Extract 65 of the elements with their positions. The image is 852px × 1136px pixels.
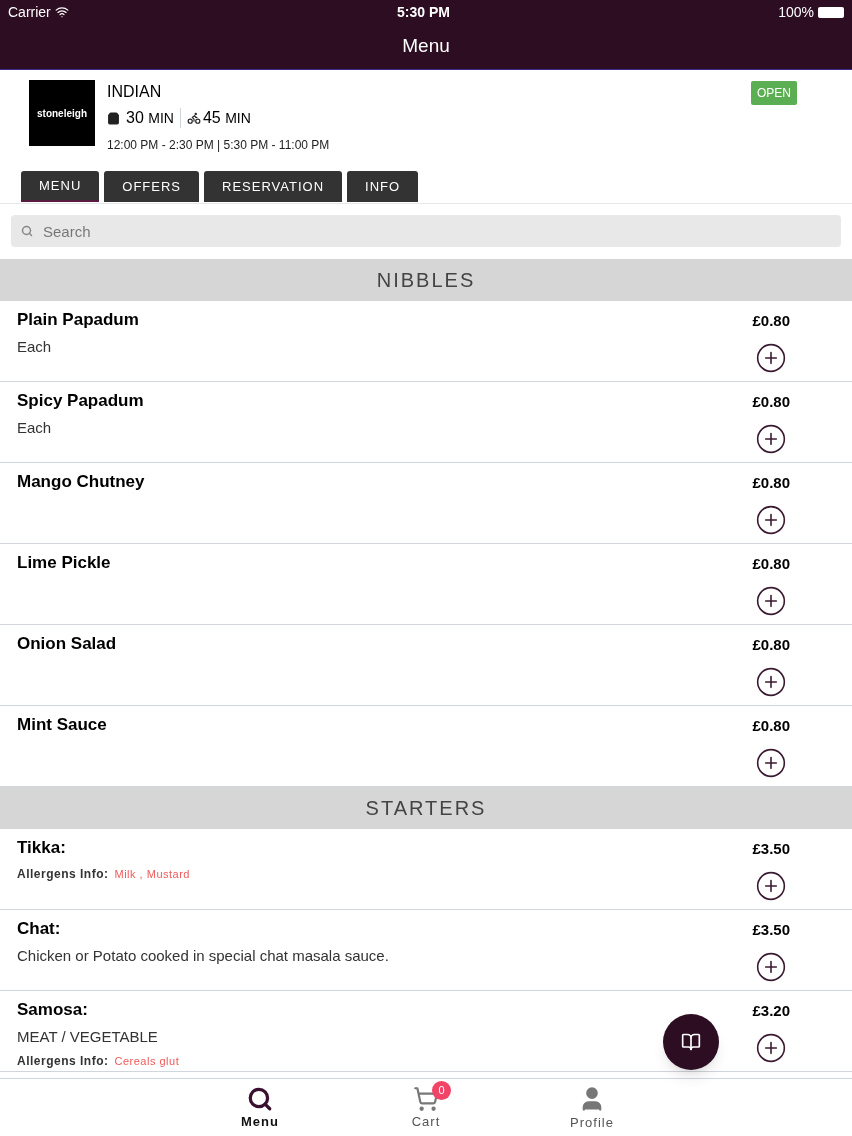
delivery-time: 45 MIN	[202, 108, 251, 128]
allergens-list: Cereals glut	[114, 1053, 180, 1070]
cart-count-badge: 0	[432, 1080, 451, 1100]
item-price: £3.50	[752, 839, 790, 859]
add-icon[interactable]	[755, 422, 788, 455]
tab[interactable]: INFO	[347, 171, 419, 202]
item-price: £3.20	[752, 1001, 790, 1021]
allergens-label: Allergens Info:	[17, 865, 109, 883]
item-name: Lime Pickle	[17, 552, 111, 574]
item-name: Mango Chutney	[17, 471, 145, 493]
nav-title: Menu	[402, 34, 450, 59]
opening-hours: 12:00 PM - 2:30 PM | 5:30 PM - 11:00 PM	[107, 137, 331, 154]
item-price: £0.80	[752, 392, 790, 412]
search-icon	[21, 225, 33, 237]
item-price: £0.80	[752, 635, 790, 655]
item-name: Tikka:	[17, 837, 66, 859]
add-icon[interactable]	[755, 584, 788, 617]
tab[interactable]: MENU	[21, 171, 100, 202]
bag-icon	[107, 111, 120, 125]
item-name: Onion Salad	[17, 633, 117, 655]
item-price: £0.80	[752, 473, 790, 493]
add-icon[interactable]	[755, 869, 788, 902]
battery-icon	[818, 6, 844, 18]
carrier-label: Carrier	[8, 2, 51, 22]
add-icon[interactable]	[755, 341, 788, 374]
item-description: Each	[17, 336, 52, 357]
item-description: Each	[17, 417, 52, 438]
allergens-label: Allergens Info:	[17, 1053, 109, 1070]
search-icon	[247, 1085, 273, 1112]
section-header: STARTERS	[0, 787, 852, 829]
item-price: £3.50	[752, 920, 790, 940]
tab[interactable]: RESERVATION	[204, 171, 343, 202]
status-time: 5:30 PM	[397, 2, 450, 22]
bottom-tab[interactable]: Profile	[559, 1079, 625, 1136]
search-field[interactable]: Search	[11, 215, 841, 247]
item-price: £0.80	[752, 716, 790, 736]
item-name: Samosa:	[17, 999, 88, 1021]
bicycle-icon	[186, 111, 201, 125]
item-name: Spicy Papadum	[17, 390, 144, 412]
status-badge: OPEN	[751, 81, 797, 105]
add-icon[interactable]	[755, 1031, 788, 1064]
menu-book-button[interactable]	[663, 1014, 719, 1070]
book-icon	[681, 1032, 701, 1052]
item-description: MEAT / VEGETABLE	[17, 1026, 158, 1047]
battery-label: 100%	[778, 2, 814, 22]
item-description: Chicken or Potato cooked in special chat masala sauce.	[17, 945, 389, 966]
section-header: NIBBLES	[0, 259, 852, 301]
item-price: £0.80	[752, 554, 790, 574]
bottom-tab[interactable]: Menu	[227, 1079, 293, 1136]
add-icon[interactable]	[755, 950, 788, 983]
item-price: £0.80	[752, 311, 790, 331]
add-icon[interactable]	[755, 746, 788, 779]
wifi-icon	[54, 5, 69, 19]
add-icon[interactable]	[755, 503, 788, 536]
collection-time: 30 MIN	[126, 108, 174, 128]
bottom-tab[interactable]: 0 Cart	[393, 1079, 459, 1136]
add-icon[interactable]	[755, 665, 788, 698]
restaurant-logo: stoneleigh	[29, 80, 95, 146]
allergens-list: Milk , Mustard	[114, 865, 190, 882]
cuisine-label: INDIAN	[107, 82, 163, 102]
tab[interactable]: OFFERS	[104, 171, 199, 202]
cart-icon	[413, 1085, 439, 1112]
item-name: Chat:	[17, 918, 61, 940]
item-name: Mint Sauce	[17, 714, 107, 736]
item-name: Plain Papadum	[17, 309, 139, 331]
